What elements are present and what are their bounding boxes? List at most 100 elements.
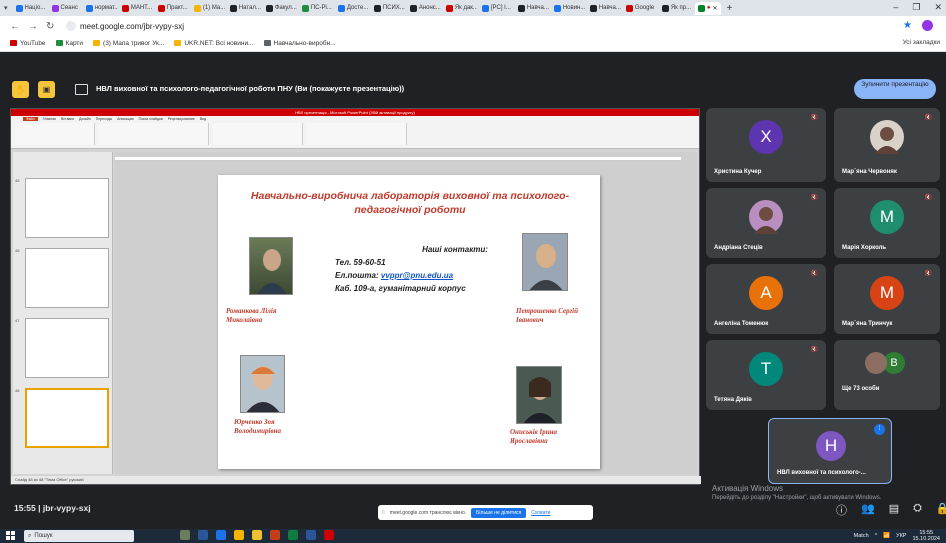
browser-tab[interactable]: Натал... bbox=[227, 2, 261, 15]
ribbon-tab[interactable]: Рецензирование bbox=[168, 117, 195, 121]
browser-tab[interactable]: Навча... bbox=[587, 2, 621, 15]
slide-thumbnail[interactable] bbox=[25, 318, 109, 378]
task-view-icon[interactable] bbox=[198, 530, 208, 540]
stop-sharing-button[interactable]: Більше не ділитися bbox=[471, 507, 527, 518]
browser-tab[interactable]: Практ... bbox=[155, 2, 189, 15]
participant-name: Христина Кучер bbox=[714, 169, 762, 175]
email-link[interactable]: vvppr@pnu.edu.ua bbox=[381, 271, 453, 280]
ribbon-tab[interactable]: Вид bbox=[200, 117, 206, 121]
browser-tab[interactable]: Націо... bbox=[13, 2, 47, 15]
powerpoint-icon[interactable] bbox=[270, 530, 280, 540]
back-icon[interactable]: ← bbox=[10, 21, 20, 32]
participant-tile[interactable]: H ⁞ НВЛ виховної та психолого-... bbox=[768, 418, 892, 484]
bookmark-item[interactable]: Карти bbox=[55, 40, 83, 47]
chat-icon[interactable]: ▤ bbox=[889, 502, 899, 518]
people-icon[interactable]: 👥 bbox=[861, 502, 875, 518]
close-icon[interactable]: ✕ bbox=[934, 2, 942, 13]
edge-icon[interactable] bbox=[216, 530, 226, 540]
clock[interactable]: 15:55 15.10.2024 bbox=[912, 530, 940, 542]
all-bookmarks[interactable]: Усі закладки bbox=[903, 39, 940, 46]
bookmark-item[interactable]: Навчально-виробн... bbox=[263, 40, 336, 47]
bookmark-item[interactable]: YouTube bbox=[10, 40, 46, 47]
chrome-icon[interactable] bbox=[234, 530, 244, 540]
browser-tab[interactable]: МАНТ... bbox=[119, 2, 153, 15]
browser-tab[interactable]: Новин... bbox=[551, 2, 585, 15]
slide-thumbnail[interactable] bbox=[25, 178, 109, 238]
browser-tab[interactable]: Як дак... bbox=[443, 2, 477, 15]
browser-tab-label: Досте... bbox=[346, 5, 369, 11]
ribbon-tab[interactable]: Вставка bbox=[61, 117, 74, 121]
participant-name: Ангеліна Томенюк bbox=[714, 321, 769, 327]
browser-tab[interactable]: [PC] І... bbox=[479, 2, 513, 15]
match-widget[interactable]: Match bbox=[854, 533, 869, 539]
browser-tab[interactable]: нормат... bbox=[83, 2, 117, 15]
stop-presenting-button[interactable]: Зупинити презентацію bbox=[854, 79, 936, 99]
site-info-icon[interactable] bbox=[66, 21, 76, 31]
tab-favicon-icon bbox=[661, 4, 669, 12]
minimize-icon[interactable]: – bbox=[893, 2, 898, 13]
ribbon-tab[interactable]: Показ слайдов bbox=[139, 117, 163, 121]
tab-favicon-icon bbox=[51, 4, 59, 12]
profile-photo-icon bbox=[875, 127, 899, 154]
tab-search-icon[interactable]: ▾ bbox=[4, 4, 8, 12]
bookmark-item[interactable]: UKR.NET: Всі новини... bbox=[174, 40, 254, 47]
browser-tab[interactable]: Сеанс bbox=[49, 2, 81, 15]
explorer-icon[interactable] bbox=[252, 530, 262, 540]
tray-arrow-icon[interactable]: ^ bbox=[875, 533, 878, 539]
participant-tile[interactable]: M 🔇 Мар`яна Тринчук bbox=[834, 264, 940, 334]
name-onyskiv: Ониськів Ірина Ярославівна bbox=[510, 428, 558, 445]
browser-tab[interactable]: Досте... bbox=[335, 2, 369, 15]
ribbon-tab[interactable]: Переходы bbox=[96, 117, 112, 121]
browser-tab[interactable]: Google bbox=[623, 2, 657, 15]
taskbar-search[interactable]: ⌕ Пошук bbox=[24, 530, 134, 542]
tab-close-icon[interactable]: ✕ bbox=[712, 5, 717, 12]
info-icon[interactable]: ⓘ bbox=[836, 502, 847, 518]
browser-tab[interactable]: Як пр... bbox=[659, 2, 693, 15]
reload-icon[interactable]: ↻ bbox=[46, 21, 54, 32]
browser-tab[interactable]: ПС-Рі... bbox=[299, 2, 333, 15]
maximize-icon[interactable]: ❐ bbox=[912, 2, 920, 13]
browser-tab[interactable]: Навча... bbox=[515, 2, 549, 15]
browser-tab[interactable]: Факул... bbox=[263, 2, 297, 15]
participant-tile[interactable]: X 🔇 Христина Кучер bbox=[706, 108, 826, 182]
hide-notice-link[interactable]: Сховати bbox=[531, 510, 550, 516]
participant-tile[interactable]: 🔇 Андріана Стеців bbox=[706, 188, 826, 258]
excel-icon[interactable] bbox=[288, 530, 298, 540]
ribbon-tab[interactable]: Главная bbox=[43, 117, 56, 121]
photo-onyskiv bbox=[516, 366, 562, 424]
current-slide[interactable]: Навчально-виробнича лабораторія виховної… bbox=[218, 175, 600, 469]
browser-tab[interactable]: (1) Ма... bbox=[191, 2, 225, 15]
participant-tile[interactable]: B Ще 73 особи bbox=[834, 340, 940, 410]
slide-thumbnail-selected[interactable] bbox=[25, 388, 109, 448]
bookmark-favicon-icon bbox=[263, 40, 271, 46]
language-indicator[interactable]: УКР bbox=[896, 533, 906, 539]
bookmark-item[interactable]: (3) Мапа тривог Ук... bbox=[93, 40, 164, 47]
news-widget-icon[interactable] bbox=[180, 530, 190, 540]
active-tab[interactable]: ● ✕ bbox=[694, 1, 721, 15]
participant-tile[interactable]: T 🔇 Тетяна Дяків bbox=[706, 340, 826, 410]
ribbon-tab[interactable]: Дизайн bbox=[79, 117, 91, 121]
app-icon[interactable] bbox=[324, 530, 334, 540]
windows-start-icon[interactable] bbox=[6, 531, 15, 540]
forward-icon[interactable]: → bbox=[28, 21, 38, 32]
ribbon-tab[interactable]: Файл bbox=[23, 117, 38, 121]
host-controls-icon[interactable]: 🔒 bbox=[936, 502, 946, 518]
bookmark-star-icon[interactable]: ★ bbox=[903, 20, 912, 31]
participant-tile[interactable]: 🔇 Мар`яна Червоняк bbox=[834, 108, 940, 182]
network-icon[interactable]: 📶 bbox=[883, 533, 890, 539]
ribbon-group bbox=[307, 123, 407, 145]
address-bar[interactable]: meet.google.com/jbr-vypy-sxj bbox=[66, 19, 906, 33]
activities-icon[interactable]: ⛭ bbox=[913, 502, 922, 518]
word-icon[interactable] bbox=[306, 530, 316, 540]
hand-icon[interactable]: ✋ bbox=[12, 81, 29, 98]
participant-tile[interactable]: A 🔇 Ангеліна Томенюк bbox=[706, 264, 826, 334]
browser-tab[interactable]: ПСИХ... bbox=[371, 2, 405, 15]
share-indicator-icon: ⁞⁞ bbox=[382, 509, 385, 516]
ribbon-tab[interactable]: Анимация bbox=[117, 117, 133, 121]
participant-tile[interactable]: M 🔇 Марія Хорколь bbox=[834, 188, 940, 258]
profile-avatar[interactable] bbox=[922, 20, 933, 31]
new-tab-icon[interactable]: + bbox=[727, 3, 733, 14]
presentation-icon[interactable]: ▣ bbox=[38, 81, 55, 98]
browser-tab[interactable]: Анонс... bbox=[407, 2, 441, 15]
slide-thumbnail[interactable] bbox=[25, 248, 109, 308]
